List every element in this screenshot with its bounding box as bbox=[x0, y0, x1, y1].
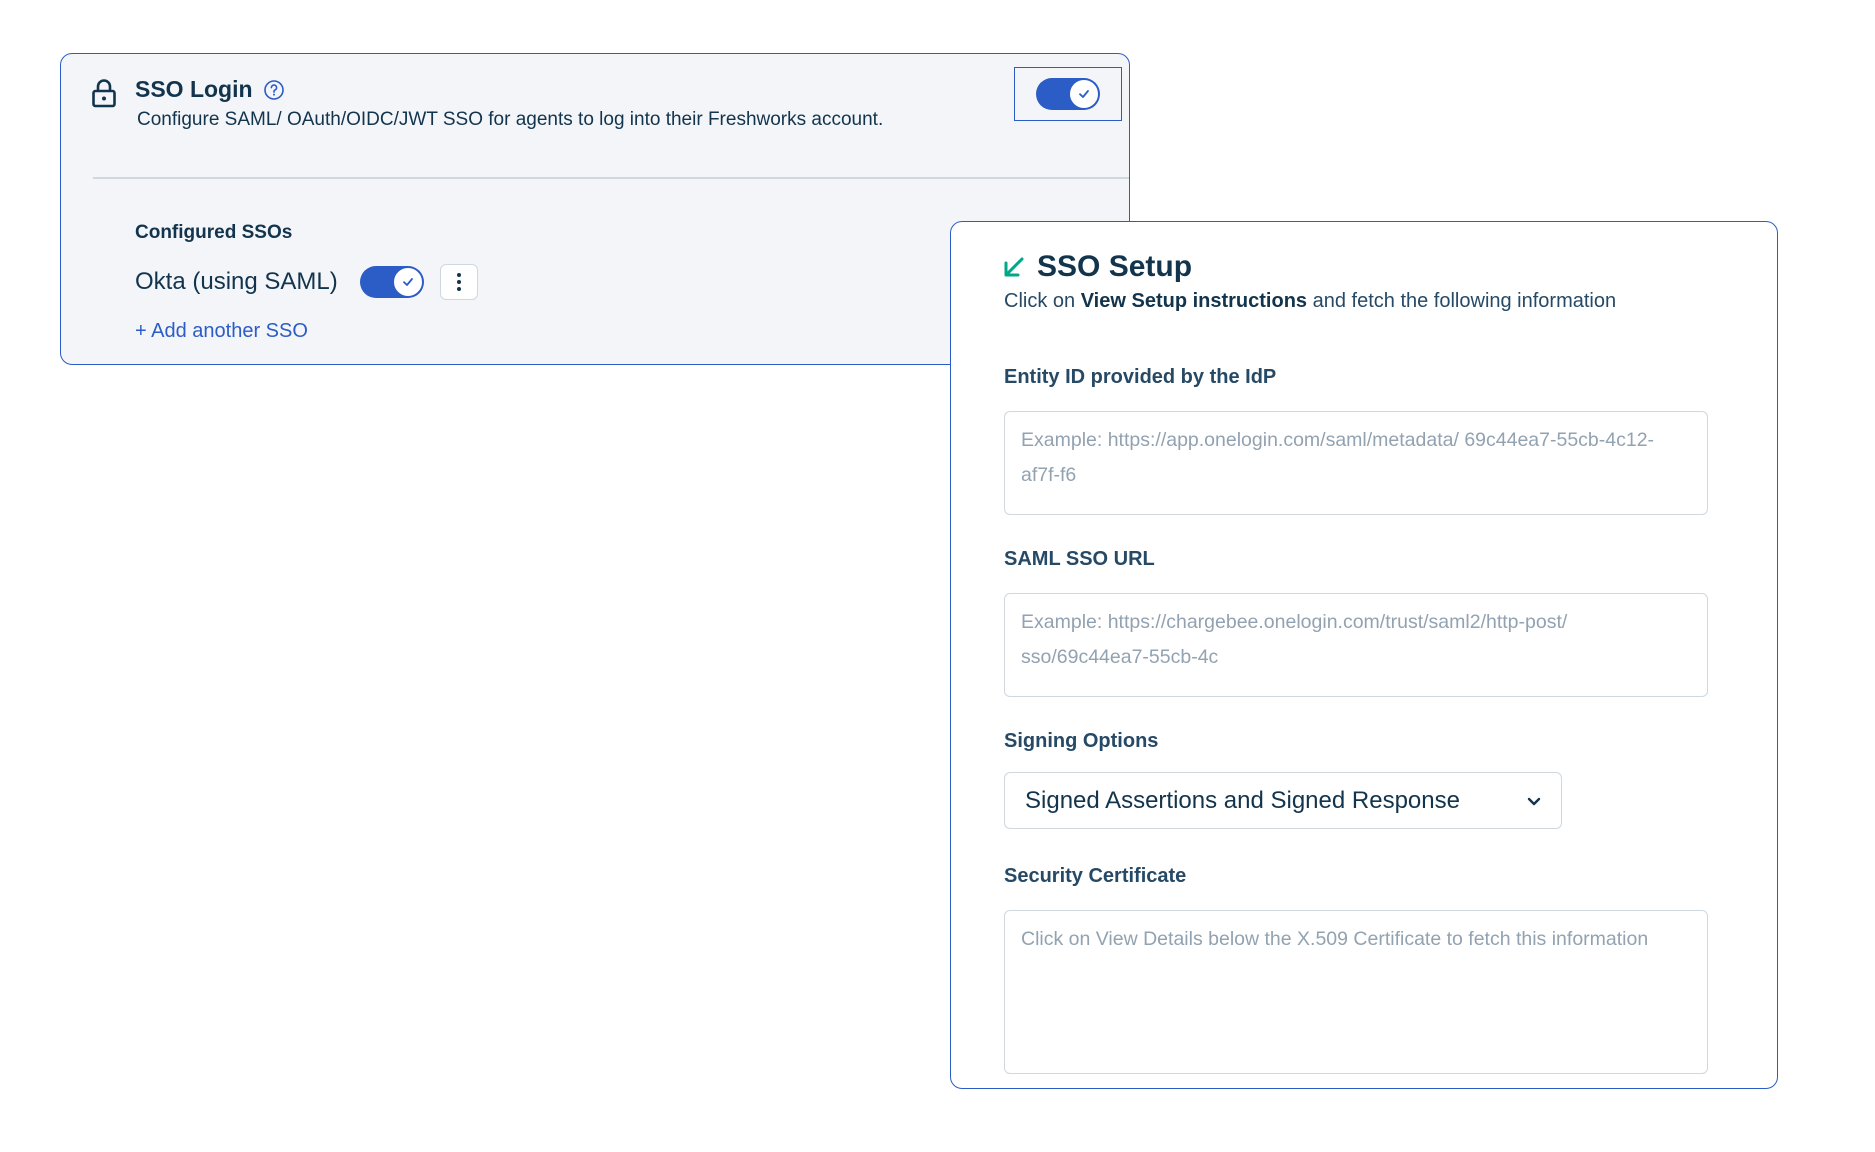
more-options-button[interactable] bbox=[439, 264, 478, 300]
configured-sso-row: Okta (using SAML) bbox=[135, 264, 478, 300]
sso-setup-subtitle: Click on View Setup instructions and fet… bbox=[1004, 290, 1616, 313]
signing-options-select[interactable]: Signed Assertions and Signed Response bbox=[1004, 772, 1562, 829]
subtitle-suffix: and fetch the following information bbox=[1307, 290, 1617, 312]
divider bbox=[93, 177, 1129, 179]
configured-sso-toggle[interactable] bbox=[359, 266, 424, 298]
check-icon bbox=[402, 278, 413, 286]
sso-login-toggle[interactable] bbox=[1036, 78, 1100, 110]
sso-setup-title: SSO Setup bbox=[1037, 250, 1193, 283]
subtitle-prefix: Click on bbox=[1004, 290, 1081, 312]
toggle-knob bbox=[392, 267, 423, 297]
view-setup-instructions-text: View Setup instructions bbox=[1080, 290, 1308, 312]
signing-options-label: Signing Options bbox=[1004, 730, 1159, 752]
collapse-arrow-icon[interactable] bbox=[1003, 256, 1025, 278]
add-another-sso-link[interactable]: + Add another SSO bbox=[135, 320, 308, 343]
sso-setup-card: SSO Setup Click on View Setup instructio… bbox=[950, 221, 1778, 1089]
sso-login-description: Configure SAML/ OAuth/OIDC/JWT SSO for a… bbox=[137, 109, 884, 130]
toggle-knob bbox=[1069, 79, 1099, 109]
stage: SSO Login Configure SAML/ OAuth/OIDC/JWT… bbox=[0, 0, 1875, 1152]
help-circle-icon[interactable] bbox=[263, 79, 285, 101]
entity-id-label: Entity ID provided by the IdP bbox=[1004, 366, 1277, 388]
saml-sso-url-field[interactable]: Example: https://chargebee.onelogin.com/… bbox=[1004, 593, 1708, 697]
configured-sso-name: Okta (using SAML) bbox=[135, 268, 338, 295]
security-certificate-field[interactable]: Click on View Details below the X.509 Ce… bbox=[1004, 910, 1708, 1074]
chevron-down-icon bbox=[1527, 797, 1541, 805]
signing-options-value: Signed Assertions and Signed Response bbox=[1025, 786, 1460, 814]
sso-login-title-row: SSO Login bbox=[135, 76, 285, 103]
entity-id-field[interactable]: Example: https://app.onelogin.com/saml/m… bbox=[1004, 411, 1708, 515]
saml-sso-url-label: SAML SSO URL bbox=[1004, 548, 1155, 570]
configured-ssos-heading: Configured SSOs bbox=[135, 222, 293, 243]
lock-icon bbox=[92, 79, 116, 108]
more-vertical-icon bbox=[456, 273, 461, 291]
sso-login-title: SSO Login bbox=[135, 76, 253, 102]
sso-login-toggle-highlight bbox=[1014, 67, 1122, 121]
check-icon bbox=[1079, 90, 1089, 98]
sso-setup-header: SSO Setup bbox=[1003, 250, 1192, 284]
security-certificate-label: Security Certificate bbox=[1004, 865, 1187, 887]
